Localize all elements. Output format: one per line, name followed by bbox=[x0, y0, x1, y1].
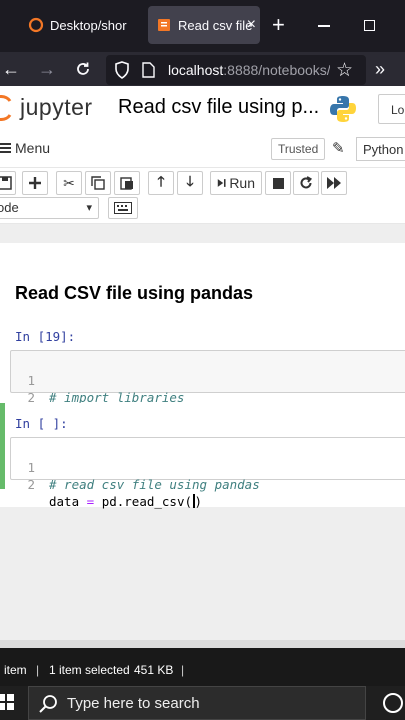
tab-label: Read csv file bbox=[178, 17, 253, 33]
menu-button[interactable]: Menu bbox=[0, 140, 50, 156]
status-items: item bbox=[4, 663, 27, 677]
chevron-down-icon: ▾ bbox=[86, 202, 92, 214]
hamburger-icon bbox=[0, 141, 11, 155]
status-selected: 1 item selected bbox=[49, 663, 130, 677]
cell-type-select[interactable]: ode ▾ bbox=[0, 197, 99, 219]
maximize-icon[interactable] bbox=[364, 20, 375, 31]
paste-icon bbox=[120, 177, 133, 190]
minimize-icon[interactable] bbox=[318, 25, 330, 27]
close-tab-icon[interactable]: × bbox=[247, 16, 256, 34]
edit-pencil-icon[interactable]: ✎ bbox=[332, 139, 345, 157]
browser-tab-desktop[interactable]: Desktop/shor bbox=[28, 6, 140, 44]
cortana-icon[interactable] bbox=[383, 693, 403, 713]
search-icon bbox=[39, 695, 57, 713]
restart-kernel-button[interactable] bbox=[293, 171, 319, 195]
new-tab-button[interactable]: + bbox=[272, 12, 285, 38]
notebook-favicon-icon bbox=[158, 19, 170, 31]
jupyter-page: jupyter Read csv file using p... Lo Menu… bbox=[0, 86, 405, 648]
insert-cell-button[interactable] bbox=[22, 171, 48, 195]
kernel-indicator[interactable]: Python bbox=[356, 137, 405, 161]
taskbar-search-box[interactable]: Type here to search bbox=[28, 686, 366, 720]
save-icon bbox=[0, 176, 12, 190]
copy-button[interactable] bbox=[85, 171, 111, 195]
python-logo-icon bbox=[330, 96, 356, 122]
code-text: pd.read_csv( bbox=[94, 494, 193, 509]
back-arrow-icon[interactable]: ← bbox=[2, 58, 20, 80]
keyboard-icon bbox=[114, 202, 132, 214]
move-down-button[interactable]: 🡓 bbox=[177, 171, 203, 195]
shield-icon[interactable] bbox=[114, 61, 130, 79]
save-button[interactable] bbox=[0, 171, 16, 195]
paste-button[interactable] bbox=[114, 171, 140, 195]
command-palette-button[interactable] bbox=[108, 197, 138, 219]
restart-run-all-button[interactable] bbox=[321, 171, 347, 195]
code-line: 2 import pandas as pd bbox=[11, 372, 405, 422]
text-cursor bbox=[193, 494, 195, 508]
jupyter-header: jupyter Read csv file using p... Lo bbox=[0, 86, 405, 130]
reload-icon[interactable] bbox=[74, 60, 92, 78]
restart-icon bbox=[300, 176, 313, 189]
tab-label: Desktop/shor bbox=[50, 17, 127, 33]
stop-icon bbox=[272, 177, 284, 189]
code-text: data bbox=[49, 494, 87, 509]
cut-button[interactable]: ✂ bbox=[56, 171, 82, 195]
windows-taskbar: Type here to search bbox=[0, 686, 405, 720]
windows-start-icon[interactable] bbox=[0, 694, 14, 710]
browser-tab-bar: Desktop/shor Read csv file × + bbox=[0, 0, 405, 52]
code-line: 1 # import libraries bbox=[11, 355, 405, 405]
browser-tab-notebook[interactable]: Read csv file × bbox=[148, 6, 260, 44]
code-cell-2[interactable]: 1 # read csv file using pandas 2 data = … bbox=[10, 437, 405, 509]
page-info-icon[interactable] bbox=[142, 62, 155, 78]
overflow-chevron-icon[interactable]: » bbox=[375, 58, 385, 80]
status-separator: | bbox=[181, 663, 185, 677]
jupyter-logo-text[interactable]: jupyter bbox=[20, 94, 93, 121]
notebook-toolbar: ✂ 🡑 🡓 Run ode ▾ bbox=[0, 168, 405, 224]
notebook-title[interactable]: Read csv file using p... bbox=[118, 96, 319, 119]
run-label: Run bbox=[229, 175, 255, 191]
url-bar[interactable]: localhost:8888/notebooks/ ☆ bbox=[106, 55, 366, 85]
input-prompt-2: In [ ]: bbox=[15, 416, 68, 431]
url-text[interactable]: localhost:8888/notebooks/ bbox=[168, 62, 330, 78]
jupyter-favicon-icon bbox=[28, 17, 44, 33]
status-size: 451 KB bbox=[134, 663, 174, 677]
jupyter-logo-icon[interactable] bbox=[0, 95, 14, 121]
menu-bar: Menu Trusted ✎ Python bbox=[0, 130, 405, 168]
logout-button[interactable]: Lo bbox=[378, 94, 405, 124]
line-number: 2 bbox=[27, 477, 35, 492]
interrupt-button[interactable] bbox=[265, 171, 291, 195]
code-comment: # read csv file using pandas bbox=[49, 477, 260, 492]
menu-label: Menu bbox=[15, 140, 51, 156]
run-button[interactable]: Run bbox=[210, 171, 262, 195]
search-placeholder: Type here to search bbox=[67, 695, 200, 712]
fast-forward-icon bbox=[327, 177, 341, 189]
input-prompt-1: In [19]: bbox=[15, 329, 76, 344]
copy-icon bbox=[91, 176, 105, 190]
trusted-badge[interactable]: Trusted bbox=[271, 138, 326, 160]
move-up-button[interactable]: 🡑 bbox=[148, 171, 174, 195]
browser-nav-bar: ← → localhost:8888/notebooks/ ☆ » bbox=[0, 52, 405, 86]
cell-type-value: ode bbox=[0, 200, 19, 215]
arrow-up-icon: 🡑 bbox=[157, 173, 165, 189]
status-separator: | bbox=[36, 663, 40, 677]
bookmark-star-icon[interactable]: ☆ bbox=[336, 59, 353, 82]
arrow-down-icon: 🡓 bbox=[186, 173, 194, 189]
scissors-icon: ✂ bbox=[63, 174, 75, 191]
plus-icon bbox=[29, 177, 41, 189]
step-forward-icon bbox=[217, 179, 226, 187]
notebook-container: Read CSV file using pandas In [19]: 1 # … bbox=[0, 243, 405, 509]
code-line: 2 data = pd.read_csv() bbox=[11, 459, 405, 509]
code-line: 1 # read csv file using pandas bbox=[11, 442, 405, 492]
markdown-heading[interactable]: Read CSV file using pandas bbox=[15, 283, 253, 304]
code-cell-1[interactable]: 1 # import libraries 2 import pandas as … bbox=[10, 350, 405, 422]
explorer-status-bar: item | 1 item selected 451 KB | bbox=[0, 648, 405, 686]
horizontal-scrollbar[interactable] bbox=[0, 640, 405, 648]
forward-arrow-icon[interactable]: → bbox=[38, 58, 56, 80]
